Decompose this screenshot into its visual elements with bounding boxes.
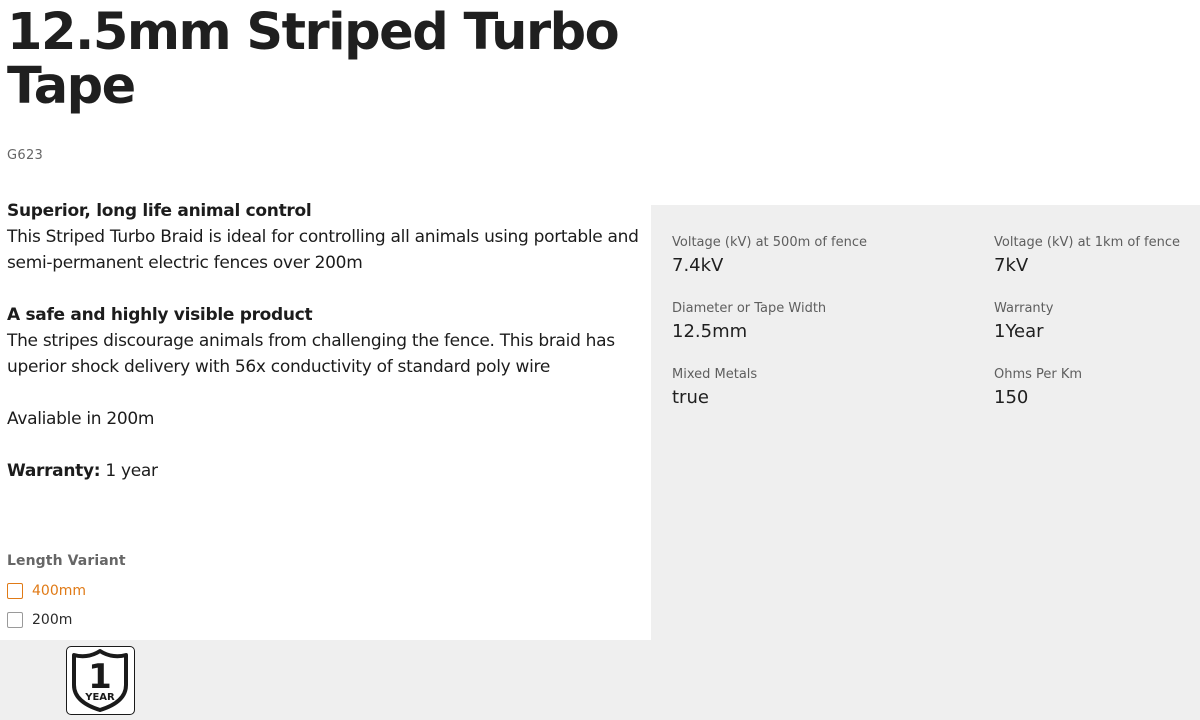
spec-value: 150	[994, 387, 1029, 408]
variant-checkbox[interactable]	[7, 583, 23, 599]
badge-number: 1	[88, 657, 112, 697]
spec-diameter: Diameter or Tape Width 12.5mm	[672, 301, 826, 344]
warranty-badge-graphic: 1 YEAR	[72, 649, 128, 712]
spec-label: Warranty	[994, 301, 1054, 316]
spec-label: Mixed Metals	[672, 367, 758, 382]
product-sku: G623	[7, 148, 44, 163]
description-heading: Superior, long life animal control	[7, 201, 312, 221]
variant-option-label: 200m	[32, 612, 73, 628]
spec-mixed-metals: Mixed Metals true	[672, 367, 757, 410]
variant-option-200m[interactable]: 200m	[7, 610, 72, 630]
badge-text: YEAR	[84, 692, 115, 703]
product-title: 12.5mm Striped Turbo Tape	[7, 3, 620, 116]
warranty-text: Warranty: 1 year	[7, 458, 657, 484]
spec-label: Ohms Per Km	[994, 367, 1083, 382]
availability-text: Avaliable in 200m	[7, 409, 155, 429]
spec-value: 7.4kV	[672, 255, 724, 276]
spec-value: true	[672, 387, 709, 408]
spec-value: 1Year	[994, 321, 1044, 342]
description-paragraph: This Striped Turbo Braid is ideal for co…	[7, 227, 639, 273]
variant-option-label: 400mm	[32, 583, 86, 599]
description-heading: A safe and highly visible product	[7, 305, 313, 325]
specifications-panel: Voltage (kV) at 500m of fence 7.4kV Volt…	[651, 205, 1200, 720]
variant-checkbox[interactable]	[7, 612, 23, 628]
warranty-label: Warranty:	[7, 461, 101, 481]
length-variant-label: Length Variant	[7, 553, 126, 569]
spec-warranty: Warranty 1Year	[994, 301, 1053, 344]
spec-voltage-500m: Voltage (kV) at 500m of fence 7.4kV	[672, 235, 867, 278]
spec-label: Voltage (kV) at 500m of fence	[672, 235, 868, 250]
warranty-value: 1 year	[100, 461, 158, 481]
spec-voltage-1km: Voltage (kV) at 1km of fence 7kV	[994, 235, 1180, 278]
spec-label: Diameter or Tape Width	[672, 301, 827, 316]
product-description: Superior, long life animal control This …	[7, 198, 657, 484]
spec-value: 7kV	[994, 255, 1029, 276]
warranty-shield-icon: 1 YEAR	[66, 646, 135, 715]
description-paragraph: The stripes discourage animals from chal…	[7, 331, 615, 377]
variant-option-400mm[interactable]: 400mm	[7, 581, 86, 601]
product-info: 12.5mm Striped Turbo Tape G623 Superior,…	[0, 0, 651, 640]
spec-value: 12.5mm	[672, 321, 748, 342]
spec-ohms: Ohms Per Km 150	[994, 367, 1082, 410]
spec-label: Voltage (kV) at 1km of fence	[994, 235, 1181, 250]
